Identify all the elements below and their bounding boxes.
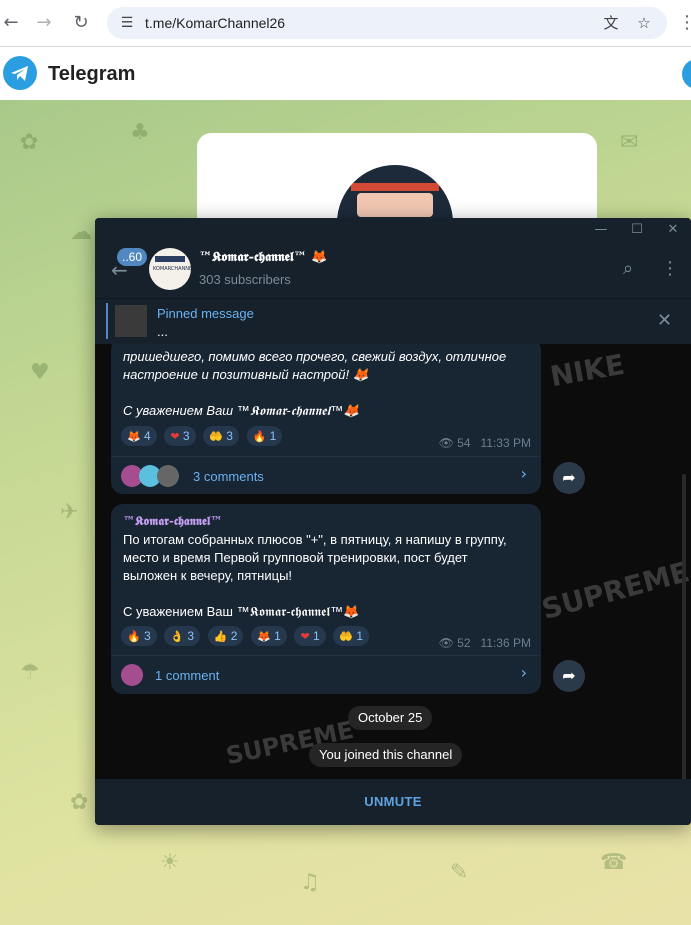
reaction-chip[interactable]: 🤲 1 xyxy=(333,626,370,646)
unread-badge: ..60 xyxy=(117,248,148,266)
url-text[interactable]: t.me/KomarChannel26 xyxy=(145,15,285,31)
channel-post-2[interactable]: ™𝕶𝖔𝖒𝖆𝖗-𝖈𝖍𝖆𝖓𝖓𝖊𝖑™ По итогам собранных плюс… xyxy=(111,504,541,694)
date-separator: October 25 xyxy=(348,706,433,730)
post-2-comments-label[interactable]: 1 comment xyxy=(155,667,219,685)
reaction-chip[interactable]: ❤ 1 xyxy=(294,626,326,646)
share-icon[interactable]: ➦ xyxy=(553,462,585,494)
reaction-chip[interactable]: 🦊 1 xyxy=(251,626,287,646)
reaction-chip[interactable]: 👌 3 xyxy=(164,626,201,646)
back-icon[interactable]: ← xyxy=(0,12,22,34)
share-icon[interactable]: ➦ xyxy=(553,660,585,692)
joined-notice: You joined this channel xyxy=(309,743,463,767)
reaction-chip[interactable]: 🔥 3 xyxy=(121,626,157,646)
subscriber-count: 303 subscribers xyxy=(199,272,291,287)
address-bar[interactable]: ☰ t.me/KomarChannel26 文 ☆ xyxy=(107,7,667,39)
channel-post-1[interactable]: пришедшего, помимо всего прочего, свежий… xyxy=(111,344,541,494)
reaction-chip[interactable]: ❤ 3 xyxy=(164,426,196,446)
post-1-comments[interactable]: 3 comments › xyxy=(111,456,541,495)
unmute-button[interactable]: UNMUTE xyxy=(95,794,691,809)
maximize-icon[interactable]: ☐ xyxy=(627,221,647,239)
post-2-time: 11:36 PM xyxy=(480,636,531,650)
channel-avatar-text: KOMARCHANNEL xyxy=(153,266,191,272)
telegram-title[interactable]: Telegram xyxy=(48,63,135,86)
post-2-text: По итогам собранных плюсов "+", в пятниц… xyxy=(123,532,507,619)
eye-icon: 👁 xyxy=(438,436,454,450)
pinned-indicator xyxy=(106,303,108,339)
pinned-message-bar[interactable]: Pinned message ... ✕ xyxy=(95,298,691,345)
close-window-icon[interactable]: ✕ xyxy=(663,221,683,239)
reaction-chip[interactable]: 👍 2 xyxy=(207,626,244,646)
pinned-text: ... xyxy=(157,324,168,339)
avatar xyxy=(121,664,143,686)
channel-avatar[interactable]: KOMARCHANNEL xyxy=(149,248,191,290)
eye-icon: 👁 xyxy=(438,636,454,650)
supreme-logo: SUPREME xyxy=(538,555,691,626)
minimize-icon[interactable]: — xyxy=(591,221,611,239)
post-1-time: 11:33 PM xyxy=(480,436,531,450)
site-settings-icon[interactable]: ☰ xyxy=(117,13,137,33)
nike-logo: NIKE xyxy=(547,347,627,394)
chevron-right-icon[interactable]: › xyxy=(521,465,527,483)
browser-menu-icon[interactable]: ⋮ xyxy=(676,12,691,34)
post-2-views: 52 xyxy=(457,636,471,650)
avatar xyxy=(157,465,179,487)
window-titlebar: — ☐ ✕ xyxy=(95,218,691,242)
open-app-button[interactable] xyxy=(682,59,691,89)
post-2-reactions: 🔥 3 👌 3 👍 2 🦊 1 ❤ 1 🤲 1 xyxy=(121,626,373,646)
post-2-author[interactable]: ™𝕶𝖔𝖒𝖆𝖗-𝖈𝖍𝖆𝖓𝖓𝖊𝖑™ xyxy=(123,512,222,530)
browser-toolbar: ← → ↻ ☰ t.me/KomarChannel26 文 ☆ ⋮ xyxy=(0,0,691,47)
chat-area: NIKE SUPREME SUPREME пришедшего, помимо … xyxy=(95,344,691,779)
reaction-chip[interactable]: 🦊 4 xyxy=(121,426,157,446)
pinned-thumbnail xyxy=(115,305,147,337)
post-1-comments-label[interactable]: 3 comments xyxy=(193,468,264,486)
search-icon[interactable]: ⌕ xyxy=(623,258,633,279)
reload-icon[interactable]: ↻ xyxy=(70,12,92,34)
more-icon[interactable]: ⋮ xyxy=(661,258,679,279)
post-2-meta: 👁 52 11:36 PM xyxy=(439,634,531,652)
post-1-reactions: 🦊 4 ❤ 3 🤲 3 🔥 1 xyxy=(121,426,286,446)
telegram-window: — ☐ ✕ ← ..60 KOMARCHANNEL ™𝕶𝖔𝖒𝖆𝖗-𝖈𝖍𝖆𝖓𝖓𝖊𝖑… xyxy=(95,218,691,825)
reaction-chip[interactable]: 🤲 3 xyxy=(203,426,239,446)
post-2-comments[interactable]: 1 comment › xyxy=(111,655,541,694)
post-1-text: пришедшего, помимо всего прочего, свежий… xyxy=(123,349,507,418)
translate-icon[interactable]: 文 xyxy=(601,13,621,33)
pinned-title: Pinned message xyxy=(157,306,254,321)
close-pinned-icon[interactable]: ✕ xyxy=(657,310,672,331)
scrollbar[interactable] xyxy=(682,474,686,779)
forward-icon[interactable]: → xyxy=(33,12,55,34)
star-icon[interactable]: ☆ xyxy=(634,13,654,33)
post-1-meta: 👁 54 11:33 PM xyxy=(439,434,531,452)
telegram-logo-icon[interactable] xyxy=(3,56,37,90)
bottom-bar: UNMUTE xyxy=(95,779,691,825)
post-1-views: 54 xyxy=(457,436,471,450)
chat-header: ← ..60 KOMARCHANNEL ™𝕶𝖔𝖒𝖆𝖗-𝖈𝖍𝖆𝖓𝖓𝖊𝖑™ 🦊 30… xyxy=(95,242,691,298)
telegram-page-header: Telegram xyxy=(0,47,691,100)
reaction-chip[interactable]: 🔥 1 xyxy=(246,426,283,446)
chevron-right-icon[interactable]: › xyxy=(521,664,527,682)
channel-title[interactable]: ™𝕶𝖔𝖒𝖆𝖗-𝖈𝖍𝖆𝖓𝖓𝖊𝖑™ 🦊 xyxy=(199,250,327,265)
